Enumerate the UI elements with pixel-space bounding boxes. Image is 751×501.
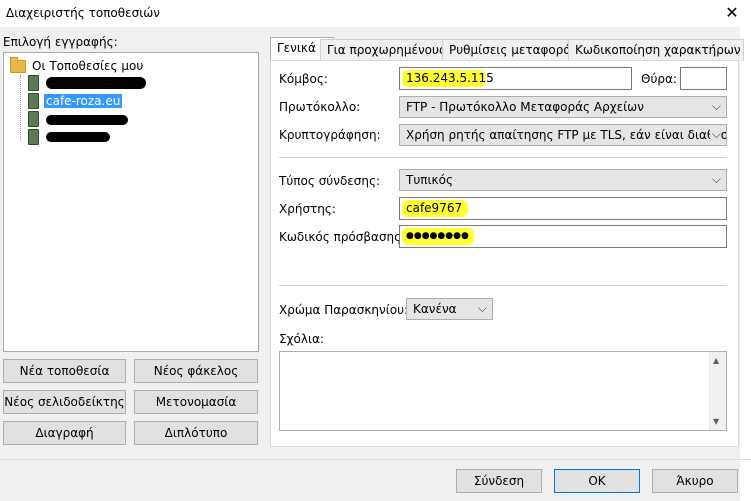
server-icon — [28, 129, 39, 145]
rename-button[interactable]: Μετονομασία — [134, 390, 258, 414]
tab-charset[interactable]: Κωδικοποίηση χαρακτήρων — [568, 39, 744, 61]
chevron-down-icon: ⌵ — [477, 301, 487, 315]
protocol-label: Πρωτόκολλο: — [279, 100, 361, 114]
encryption-label: Κρυπτογράφηση: — [279, 128, 381, 142]
separator — [279, 157, 727, 158]
redaction-mark — [46, 115, 128, 125]
tree-item-site-2[interactable]: cafe-roza.eu — [28, 93, 123, 109]
host-value: 136.243.5.115 — [406, 71, 494, 85]
chevron-down-icon: ⌵ — [711, 172, 721, 186]
password-value: ●●●●●●●● — [406, 231, 469, 241]
user-input[interactable]: cafe9767 — [399, 197, 727, 220]
comments-scrollbar[interactable]: ▲ ▼ — [709, 352, 726, 430]
encryption-value: Χρήση ρητής απαίτησης FTP με TLS, εάν εί… — [406, 128, 727, 142]
tab-transfer-settings[interactable]: Ρυθμίσεις μεταφοράς — [442, 39, 582, 61]
delete-button[interactable]: Διαγραφή — [3, 421, 126, 445]
cancel-button[interactable]: Άκυρο — [652, 469, 738, 493]
password-label: Κωδικός πρόσβασης: — [279, 230, 406, 244]
tree-item-site-3[interactable] — [28, 111, 48, 127]
chevron-down-icon: ⌵ — [709, 127, 721, 142]
separator — [279, 285, 727, 286]
connect-button[interactable]: Σύνδεση — [456, 469, 542, 493]
tree-connector — [20, 75, 21, 141]
ok-button[interactable]: OK — [554, 469, 640, 493]
server-icon — [28, 93, 39, 109]
close-icon[interactable]: ✕ — [722, 2, 742, 24]
logon-type-label: Τύπος σύνδεσης: — [279, 174, 381, 188]
host-label: Κόμβος: — [279, 72, 328, 86]
comments-textarea[interactable]: ▲ ▼ — [279, 351, 727, 431]
logon-type-select[interactable]: Τυπικός ⌵ — [399, 169, 727, 191]
background-color-select[interactable]: Κανένα ⌵ — [406, 298, 493, 320]
new-site-button[interactable]: Νέα τοποθεσία — [3, 359, 126, 383]
logon-type-value: Τυπικός — [406, 173, 454, 187]
server-icon — [28, 75, 39, 91]
scroll-down-icon[interactable]: ▼ — [713, 417, 719, 426]
background-color-label: Χρώμα Παρασκηνίου: — [279, 303, 409, 317]
new-bookmark-button[interactable]: Νέος σελιδοδείκτης — [3, 390, 126, 414]
select-entry-label: Επιλογή εγγραφής: — [3, 35, 118, 49]
redaction-mark — [46, 132, 110, 142]
title-bar: Διαχειριστής τοποθεσιών ✕ — [0, 0, 751, 27]
site-manager-window: Διαχειριστής τοποθεσιών ✕ Επιλογή εγγραφ… — [0, 0, 751, 501]
background-color-value: Κανένα — [413, 302, 457, 316]
tree-root-label: Οι Τοποθεσίες μου — [32, 59, 144, 73]
user-label: Χρήστης: — [279, 202, 336, 216]
window-title: Διαχειριστής τοποθεσιών — [6, 6, 161, 20]
new-folder-button[interactable]: Νέος φάκελος — [134, 359, 258, 383]
footer-separator — [0, 459, 751, 460]
user-value: cafe9767 — [406, 201, 463, 215]
server-icon — [28, 111, 39, 127]
background-window-edge — [740, 27, 751, 501]
site-tree[interactable]: Οι Τοποθεσίες μου cafe-roza.eu — [3, 52, 259, 352]
chevron-down-icon: ⌵ — [711, 99, 721, 113]
protocol-value: FTP - Πρωτόκολλο Μεταφοράς Αρχείων — [406, 100, 644, 114]
scroll-up-icon[interactable]: ▲ — [713, 356, 719, 365]
redaction-mark — [46, 77, 146, 89]
comments-label: Σχόλια: — [279, 332, 324, 346]
port-input[interactable] — [680, 67, 727, 90]
protocol-select[interactable]: FTP - Πρωτόκολλο Μεταφοράς Αρχείων ⌵ — [399, 96, 727, 118]
password-input[interactable]: ●●●●●●●● — [399, 225, 727, 248]
folder-icon — [10, 56, 26, 73]
tab-advanced[interactable]: Για προχωρημένους — [320, 39, 456, 61]
port-label: Θύρα: — [641, 72, 677, 86]
tree-root[interactable]: Οι Τοποθεσίες μου — [10, 56, 145, 74]
general-panel: Κόμβος: 136.243.5.115 Θύρα: Πρωτόκολλο: … — [270, 60, 739, 447]
duplicate-button[interactable]: Διπλότυπο — [134, 421, 258, 445]
encryption-select[interactable]: Χρήση ρητής απαίτησης FTP με TLS, εάν εί… — [399, 124, 727, 146]
tree-item-site-4[interactable] — [28, 129, 48, 145]
site-label: cafe-roza.eu — [44, 94, 123, 108]
tree-item-site-1[interactable] — [28, 75, 48, 91]
host-input[interactable]: 136.243.5.115 — [399, 67, 632, 90]
